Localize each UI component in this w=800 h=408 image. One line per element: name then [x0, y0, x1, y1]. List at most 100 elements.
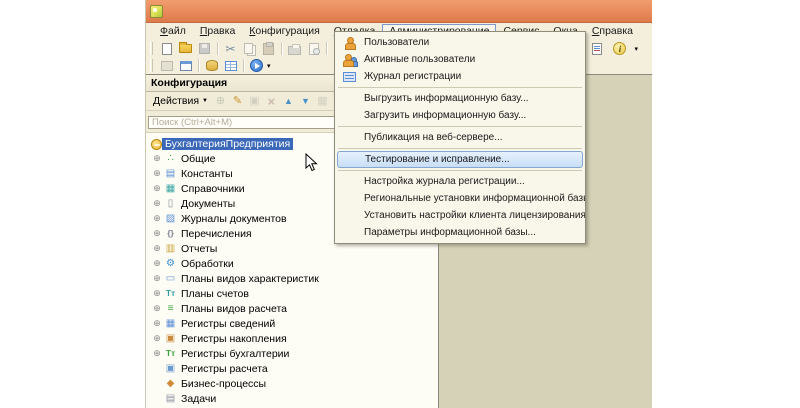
toolbar-grip — [150, 42, 153, 55]
tree-item-label: Регистры сведений — [178, 318, 278, 330]
expand-icon[interactable]: ⊕ — [151, 229, 163, 238]
expand-icon[interactable]: ⊕ — [151, 259, 163, 268]
tree-item-9[interactable]: ⊕⚙Обработки — [146, 256, 438, 271]
expand-icon[interactable]: ⊕ — [151, 319, 163, 328]
menu-item-12[interactable]: Настройка журнала регистрации... — [335, 173, 585, 190]
toolbar-separator — [217, 42, 218, 55]
menu-item-5[interactable]: Выгрузить информационную базу... — [335, 90, 585, 107]
save-icon[interactable] — [195, 41, 214, 57]
client-window-icon[interactable] — [176, 58, 195, 74]
infobase-icon[interactable] — [202, 58, 221, 74]
screenshot-stage: ФайлПравкаКонфигурацияОтладкаАдминистрир… — [0, 0, 800, 408]
menu-item-label: Загрузить информационную базу... — [364, 110, 526, 121]
tree-item-label: БухгалтерияПредприятия — [162, 138, 293, 150]
journal-icon — [343, 72, 356, 82]
menubar-item-8[interactable]: Справка — [585, 24, 640, 39]
menu-item-8[interactable]: Публикация на веб-сервере... — [335, 129, 585, 146]
tree-item-13[interactable]: ⊕▦Регистры сведений — [146, 316, 438, 331]
tree-item-label: Обработки — [178, 258, 237, 270]
menu-separator — [338, 170, 582, 171]
menu-item-label: Региональные установки информационной ба… — [364, 193, 585, 204]
actions-button[interactable]: Действия▼ — [149, 94, 212, 108]
document-journals-icon: ▨ — [163, 214, 178, 224]
reports-icon: ▥ — [163, 244, 178, 254]
expand-icon[interactable]: ⊕ — [151, 349, 163, 358]
constants-icon: ▤ — [163, 169, 178, 179]
expand-icon[interactable]: ⊕ — [151, 289, 163, 298]
tree-item-14[interactable]: ⊕▣Регистры накопления — [146, 331, 438, 346]
toolbar-separator — [281, 42, 282, 55]
tree-item-17[interactable]: ◆Бизнес-процессы — [146, 376, 438, 391]
table-icon[interactable] — [221, 58, 240, 74]
sort-icon[interactable]: ▦ — [314, 94, 331, 109]
mouse-cursor — [305, 153, 318, 172]
menu-item-label: Установить настройки клиента лицензирова… — [364, 210, 585, 221]
expand-icon[interactable]: ⊕ — [151, 244, 163, 253]
edit-icon[interactable]: ✎ — [229, 94, 246, 109]
toolbar-options-arrow-icon[interactable]: ▾ — [634, 45, 638, 53]
toolbar-separator — [326, 42, 327, 55]
configuration-storage-icon[interactable] — [157, 58, 176, 74]
expand-icon[interactable]: ⊕ — [151, 169, 163, 178]
toolbar-separator — [198, 59, 199, 72]
expand-icon[interactable]: ⊕ — [151, 334, 163, 343]
tree-item-11[interactable]: ⊕ТтПланы счетов — [146, 286, 438, 301]
configuration-root-icon — [151, 139, 162, 150]
move-down-icon[interactable]: ▼ — [297, 94, 314, 109]
common-objects-icon: ∴ — [163, 154, 178, 164]
configurator-window: ФайлПравкаКонфигурацияОтладкаАдминистрир… — [145, 0, 652, 408]
tree-item-18[interactable]: ▤Задачи — [146, 391, 438, 406]
menubar-item-3[interactable]: Конфигурация — [242, 24, 326, 39]
paste-icon[interactable] — [259, 41, 278, 57]
print-icon[interactable] — [285, 41, 304, 57]
tree-item-15[interactable]: ⊕ТтРегистры бухгалтерии — [146, 346, 438, 361]
menu-item-2[interactable]: Активные пользователи — [335, 51, 585, 68]
tree-item-12[interactable]: ⊕≡Планы видов расчета — [146, 301, 438, 316]
expand-icon[interactable]: ⊕ — [151, 274, 163, 283]
administration-dropdown-menu: ПользователиАктивные пользователи Журнал … — [334, 31, 586, 244]
charts-of-calculation-types-icon: ≡ — [163, 304, 178, 314]
expand-icon[interactable]: ⊕ — [151, 184, 163, 193]
expand-icon[interactable]: ⊕ — [151, 304, 163, 313]
menu-item-label: Выгрузить информационную базу... — [364, 93, 529, 104]
syntax-check-icon[interactable] — [587, 41, 606, 57]
data-processors-icon: ⚙ — [163, 259, 178, 269]
calculation-registers-icon: ▣ — [163, 364, 178, 374]
tree-item-16[interactable]: ▣Регистры расчета — [146, 361, 438, 376]
expand-icon[interactable]: ⊕ — [151, 214, 163, 223]
menu-item-15[interactable]: Параметры информационной базы... — [335, 224, 585, 241]
menu-item-10[interactable]: Тестирование и исправление... — [337, 151, 583, 168]
menu-item-label: Журнал регистрации — [364, 71, 461, 82]
copy-object-icon[interactable]: ▣ — [246, 94, 263, 109]
debug-dropdown-arrow-icon[interactable]: ▾ — [267, 62, 271, 70]
tree-item-label: Задачи — [178, 393, 219, 405]
app-icon — [150, 5, 163, 18]
menu-item-1[interactable]: Пользователи — [335, 34, 585, 51]
open-icon[interactable] — [176, 41, 195, 57]
menu-item-label: Публикация на веб-сервере... — [364, 132, 503, 143]
menu-item-14[interactable]: Установить настройки клиента лицензирова… — [335, 207, 585, 224]
about-icon[interactable]: i — [610, 41, 629, 57]
tree-item-label: Планы видов характеристик — [178, 273, 322, 285]
copy-icon[interactable] — [240, 41, 259, 57]
delete-icon[interactable]: × — [263, 94, 280, 109]
add-icon[interactable]: ⊕ — [212, 94, 229, 109]
tree-item-10[interactable]: ⊕▭Планы видов характеристик — [146, 271, 438, 286]
print-preview-icon[interactable] — [304, 41, 323, 57]
business-processes-icon: ◆ — [163, 379, 178, 389]
menubar-item-2[interactable]: Правка — [193, 24, 242, 39]
menubar-item-1[interactable]: Файл — [153, 24, 193, 39]
menu-item-3[interactable]: Журнал регистрации — [335, 68, 585, 85]
tree-item-label: Регистры бухгалтерии — [178, 348, 292, 360]
cut-icon[interactable]: ✂ — [221, 41, 240, 57]
tree-item-label: Отчеты — [178, 243, 220, 255]
charts-of-accounts-icon: Тт — [163, 289, 178, 299]
menu-item-13[interactable]: Региональные установки информационной ба… — [335, 190, 585, 207]
expand-icon[interactable]: ⊕ — [151, 154, 163, 163]
menu-item-6[interactable]: Загрузить информационную базу... — [335, 107, 585, 124]
new-document-icon[interactable] — [157, 41, 176, 57]
start-debugging-icon[interactable] — [247, 58, 266, 74]
expand-icon[interactable]: ⊕ — [151, 199, 163, 208]
move-up-icon[interactable]: ▲ — [280, 94, 297, 109]
tree-item-label: Журналы документов — [178, 213, 290, 225]
